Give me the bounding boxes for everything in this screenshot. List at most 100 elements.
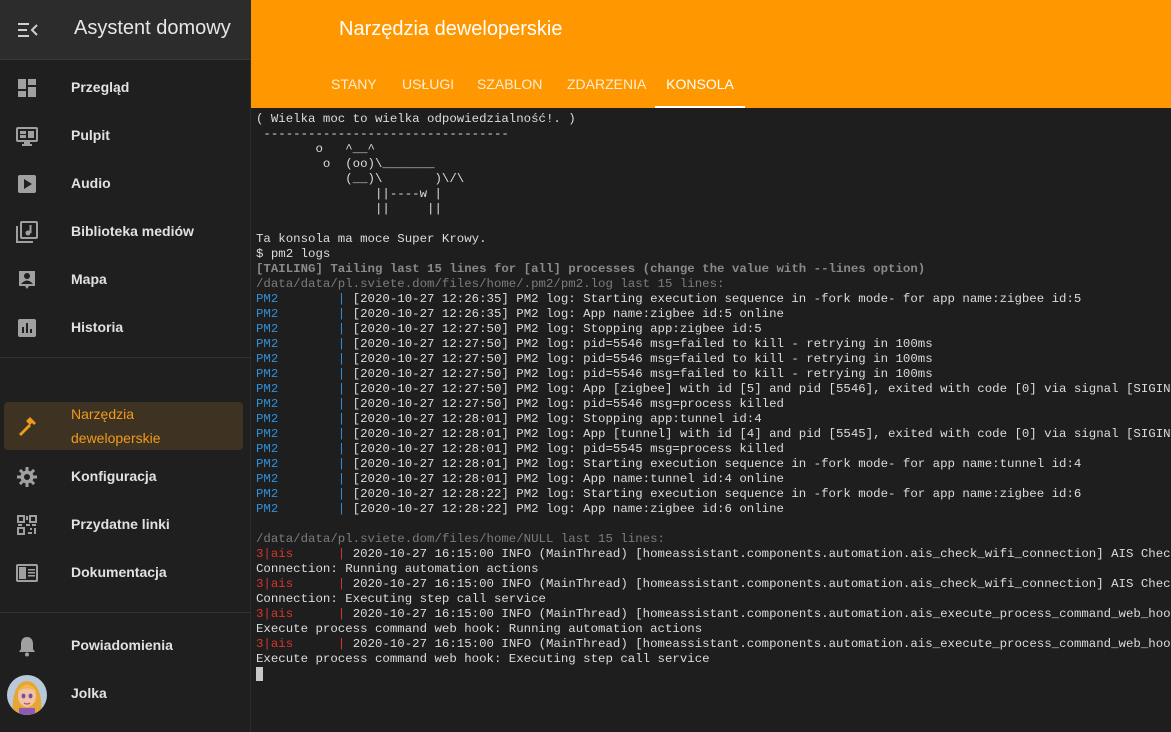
cowsay-line: --------------------------------- [256,127,509,141]
log-separator: | [278,322,353,336]
log-line: [2020-10-27 12:28:01] PM2 log: App name:… [352,472,784,486]
page-title: Narzędzia deweloperskie [339,18,563,40]
log-separator: | [278,337,353,351]
bell-icon [19,637,35,657]
console-command: $ pm2 logs [256,247,331,261]
cowsay-line: o (oo)\_______ [256,157,435,171]
tab-events[interactable]: ZDARZENIA [567,68,646,108]
log-line: [2020-10-27 12:26:35] PM2 log: App name:… [352,307,784,321]
user-name: Jolka [71,685,107,701]
log-separator: | [278,352,353,366]
log-line: [2020-10-27 12:27:50] PM2 log: pid=5546 … [352,337,933,351]
log-separator: | [278,487,353,501]
monitor-dashboard-icon [16,127,38,146]
log-prefix: PM2 [256,352,279,366]
sidebar-item-label: Historia [71,319,124,335]
sidebar-item-label: Przegląd [71,79,130,95]
log-prefix: PM2 [256,382,279,396]
log-separator: | [293,577,353,591]
cowsay-line: ||----w | [256,187,442,201]
log-line: [2020-10-27 12:27:50] PM2 log: pid=5546 … [352,352,933,366]
log-prefix: PM2 [256,292,279,306]
notifications-label: Powiadomienia [71,637,173,653]
log-separator: | [293,547,353,561]
log-line: Connection: Executing step call service [256,592,546,606]
log-prefix: PM2 [256,472,279,486]
sidebar-item-history[interactable]: Historia [4,306,243,350]
sidebar-item-audio[interactable]: Audio [4,162,243,206]
log-prefix: 3|ais [256,637,294,651]
log-path: /data/data/pl.sviete.dom/files/home/NULL… [256,532,665,546]
sidebar-item-developer-tools[interactable]: Narzędzia deweloperskie [4,402,243,450]
console-text: ( Wielka moc to wielka odpowiedzialność!… [251,108,1171,682]
app-title: Asystent domowy [74,17,231,39]
log-separator: | [278,472,353,486]
music-library-icon [16,221,38,243]
tab-services[interactable]: USŁUGI [402,68,454,108]
log-separator: | [278,457,353,471]
sidebar-item-configuration[interactable]: Konfiguracja [4,455,243,499]
account-box-icon [19,271,35,289]
tab-states[interactable]: STANY [331,68,377,108]
console-cursor[interactable] [256,667,263,681]
log-line: 2020-10-27 16:15:00 INFO (MainThread) [h… [352,607,1171,621]
log-line: [2020-10-27 12:28:01] PM2 log: App [tunn… [352,427,1171,441]
log-line: [2020-10-27 12:28:22] PM2 log: Starting … [352,487,1082,501]
log-line: 2020-10-27 16:15:00 INFO (MainThread) [h… [352,547,1171,561]
sidebar-item-label: Mapa [71,271,107,287]
log-prefix: PM2 [256,322,279,336]
sidebar-header: Asystent domowy [0,0,250,60]
cowsay-line: (__)\ )\/\ [256,172,465,186]
log-prefix: 3|ais [256,607,294,621]
log-prefix: 3|ais [256,547,294,561]
log-prefix: PM2 [256,487,279,501]
avatar[interactable] [7,675,47,715]
log-prefix: PM2 [256,397,279,411]
log-line: [2020-10-27 12:28:01] PM2 log: pid=5545 … [352,442,784,456]
toolbar-header: Narzędzia deweloperskie STANY USŁUGI SZA… [251,0,1171,108]
console-output[interactable]: ( Wielka moc to wielka odpowiedzialność!… [251,108,1171,732]
log-prefix: PM2 [256,427,279,441]
sidebar-item-media-library[interactable]: Biblioteka mediów [4,210,243,254]
cowsay-line: o ^__^ [256,142,375,156]
log-line: Execute process command web hook: Runnin… [256,622,703,636]
sidebar-item-useful-links[interactable]: Przydatne linki [4,503,243,547]
log-path: /data/data/pl.sviete.dom/files/home/.pm2… [256,277,725,291]
log-line: Execute process command web hook: Execut… [256,652,710,666]
sidebar-item-map[interactable]: Mapa [4,258,243,302]
tab-template[interactable]: SZABLON [477,68,542,108]
sidebar-item-label: Konfiguracja [71,468,157,484]
sidebar-item-label: Audio [71,175,111,191]
log-prefix: PM2 [256,337,279,351]
chart-bar-icon [18,319,36,337]
log-line: 2020-10-27 16:15:00 INFO (MainThread) [h… [352,577,1171,591]
sidebar-item-notifications[interactable]: Powiadomienia [4,624,243,668]
sidebar-item-documentation[interactable]: Dokumentacja [4,551,243,595]
log-line: 2020-10-27 16:15:00 INFO (MainThread) [h… [352,637,1171,651]
menu-collapse-icon[interactable] [17,20,39,40]
dashboard-icon [18,79,36,97]
play-icon [18,175,36,193]
sidebar-item-desktop[interactable]: Pulpit [4,114,243,158]
log-prefix: 3|ais [256,577,294,591]
log-prefix: PM2 [256,502,279,516]
sidebar: Asystent domowy Przegląd Pulpit Audio Bi… [0,0,251,732]
log-separator: | [278,397,353,411]
sidebar-item-label: Dokumentacja [71,564,167,580]
sidebar-item-label: Przydatne linki [71,516,170,532]
cowsay-line: || || [256,202,442,216]
tab-console[interactable]: KONSOLA [655,68,745,108]
sidebar-divider [0,612,251,613]
hammer-icon [19,417,36,436]
sidebar-item-overview[interactable]: Przegląd [4,66,243,110]
gear-icon [17,467,37,487]
log-line: [2020-10-27 12:28:22] PM2 log: App name:… [352,502,784,516]
log-line: [2020-10-27 12:27:50] PM2 log: pid=5546 … [352,397,784,411]
log-line: [2020-10-27 12:27:50] PM2 log: Stopping … [352,322,762,336]
log-prefix: PM2 [256,442,279,456]
log-separator: | [278,427,353,441]
sidebar-item-label: Narzędzia deweloperskie [71,406,161,446]
log-separator: | [293,637,353,651]
log-line: [2020-10-27 12:27:50] PM2 log: App [zigb… [352,382,1171,396]
log-separator: | [278,382,353,396]
